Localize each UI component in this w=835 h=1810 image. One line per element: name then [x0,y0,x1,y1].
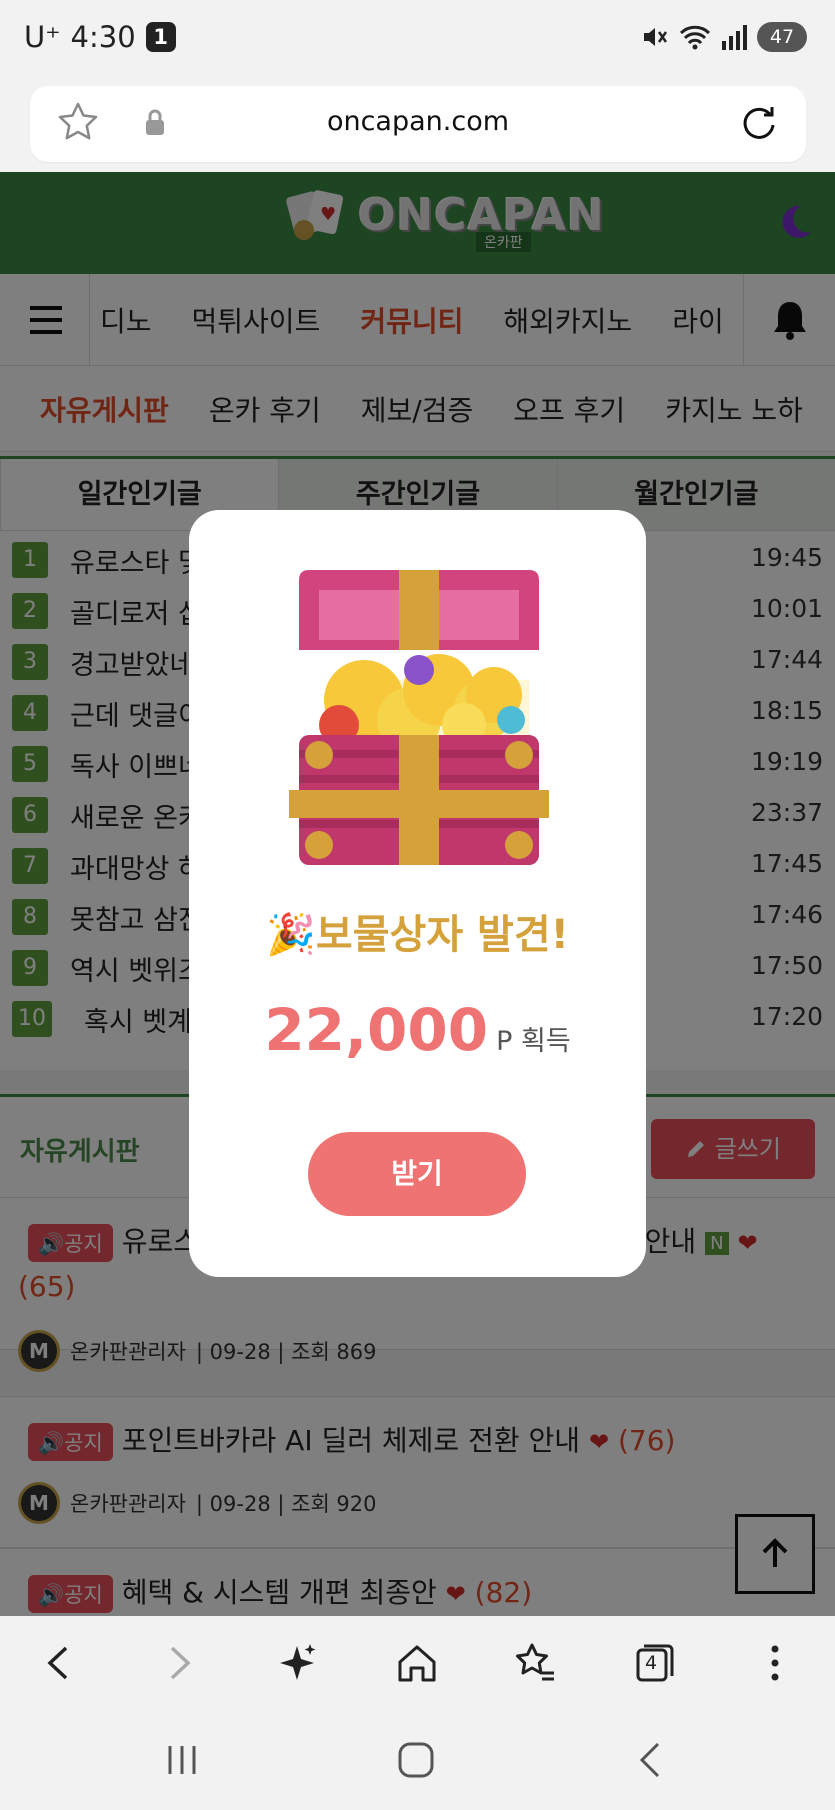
modal-title-text: 보물상자 발견! [315,912,569,958]
status-bar: U⁺ 4:30 1 47 [0,0,835,80]
tab-count: 4 [645,1652,658,1674]
status-right: 47 [641,22,807,52]
treasure-modal: 🎉보물상자 발견! 22,000 P 획득 받기 [189,510,646,1277]
wifi-icon [679,25,711,50]
ai-sparkle-icon[interactable] [274,1640,320,1686]
home-icon[interactable] [394,1640,440,1686]
browser-toolbar: 4 [0,1616,835,1712]
status-left: U⁺ 4:30 1 [24,20,176,54]
signal-icon [722,25,747,50]
tabs-icon[interactable]: 4 [632,1640,678,1686]
mute-icon [644,28,668,46]
clock: 4:30 [70,20,136,54]
forward-icon[interactable] [156,1640,202,1686]
system-nav-bar [0,1712,835,1810]
carrier-label: U⁺ [24,20,61,54]
reload-icon[interactable] [738,102,780,144]
system-back-icon[interactable] [630,1740,670,1780]
bookmarks-icon[interactable] [512,1640,558,1686]
battery-indicator: 47 [757,22,807,52]
modal-title: 🎉보물상자 발견! [189,902,646,960]
home-button-icon[interactable] [396,1740,436,1780]
claim-button[interactable]: 받기 [308,1132,526,1216]
more-menu-icon[interactable] [752,1640,798,1686]
notification-count-badge: 1 [145,22,176,52]
party-popper-icon: 🎉 [266,912,316,958]
reward-unit: P 획득 [496,1026,571,1057]
back-icon[interactable] [36,1640,82,1686]
reward-amount: 22,000 P 획득 [189,996,646,1064]
url-text[interactable]: oncapan.com [30,106,806,137]
address-bar[interactable]: oncapan.com [30,86,806,162]
reward-points: 22,000 [264,996,489,1064]
recent-apps-icon[interactable] [162,1740,202,1780]
treasure-chest-icon [289,570,549,865]
